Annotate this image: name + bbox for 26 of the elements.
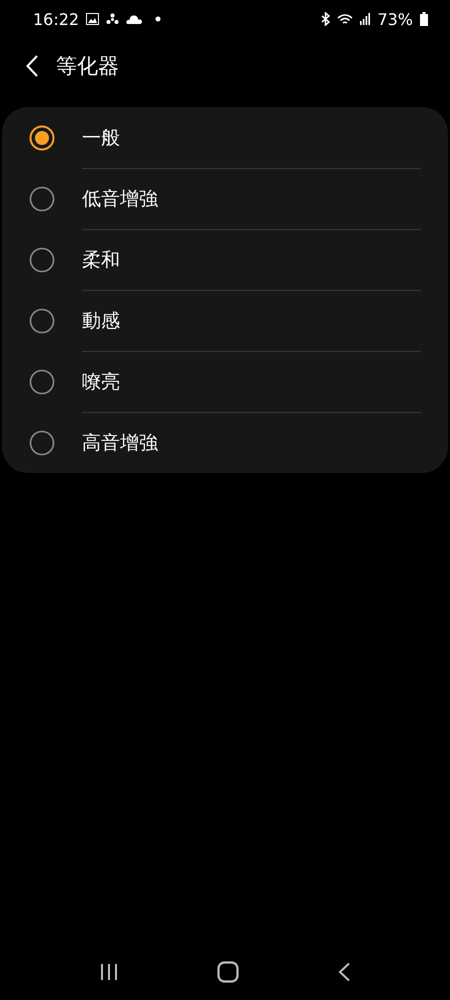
radio-button[interactable]	[29, 368, 55, 394]
radio-button[interactable]	[29, 186, 55, 212]
image-icon	[86, 13, 100, 25]
battery-percent: 73%	[377, 10, 413, 28]
wifi-icon	[337, 12, 354, 26]
radio-button[interactable]	[29, 124, 55, 150]
recent-apps-icon[interactable]	[99, 962, 119, 982]
page-title: 等化器	[56, 53, 119, 80]
status-time: 16:22	[33, 10, 80, 28]
cloud-icon	[126, 14, 142, 24]
option-label[interactable]: 高音增強	[82, 430, 158, 456]
battery-icon	[420, 12, 428, 26]
home-icon[interactable]	[217, 961, 239, 983]
option-label[interactable]: 動感	[82, 308, 120, 334]
option-label[interactable]: 嘹亮	[82, 369, 120, 395]
radio-button[interactable]	[29, 308, 55, 334]
radio-button[interactable]	[29, 430, 55, 456]
fan-icon	[106, 12, 120, 26]
option-label[interactable]: 一般	[82, 124, 120, 150]
option-label[interactable]: 低音增強	[82, 186, 158, 212]
option-label[interactable]: 柔和	[82, 247, 120, 273]
dot-icon	[155, 16, 162, 22]
bluetooth-icon	[321, 12, 330, 26]
radio-button[interactable]	[29, 246, 55, 272]
signal-icon	[360, 13, 370, 25]
back-icon[interactable]	[337, 962, 351, 982]
